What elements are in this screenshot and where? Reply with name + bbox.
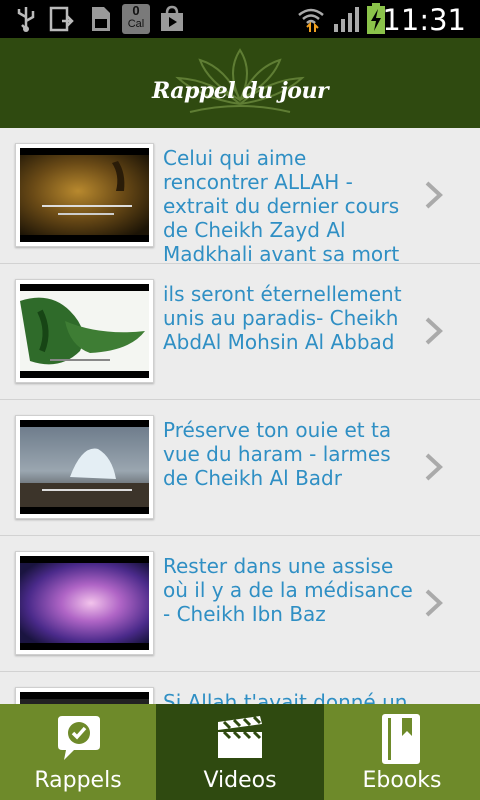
tab-label: Rappels [34,768,122,793]
calendar-day: 0 [132,3,140,18]
list-item[interactable]: Si Allah t'avait donné un [0,672,480,704]
video-title: Préserve ton ouie et ta vue du haram - l… [163,418,392,490]
clapperboard-icon [218,716,262,758]
status-bar: 0 Cal 11:31 [0,0,480,38]
bottom-tab-bar: Rappels Videos Ebooks [0,704,480,800]
book-icon [382,714,420,764]
chevron-right-icon [425,181,443,209]
chevron-right-icon [425,589,443,617]
video-thumbnail [15,687,154,704]
wifi-icon [298,8,324,32]
list-item[interactable]: ils seront éternellement unis au paradis… [0,264,480,400]
chevron-right-icon [425,453,443,481]
thumbnail-image [20,427,149,507]
signal-icon [334,7,359,32]
chevron-right-icon [425,317,443,345]
clock: 11:31 [382,3,466,37]
tab-label: Videos [203,768,277,793]
video-list[interactable]: Celui qui aime rencontrer ALLAH - extrai… [0,128,480,704]
play-store-icon [161,5,183,31]
usb-icon [17,7,35,32]
video-title: Rester dans une assise où il y a de la m… [163,554,413,626]
app-header: Rappel du jour [0,38,480,128]
video-title: Si Allah t'avait donné un [163,690,408,704]
video-thumbnail [15,415,154,519]
tab-videos[interactable]: Videos [156,704,324,800]
tab-rappels[interactable]: Rappels [0,704,156,800]
list-item[interactable]: Celui qui aime rencontrer ALLAH - extrai… [0,128,480,266]
calendar-label: Cal [127,18,145,30]
video-thumbnail [15,143,154,247]
tab-ebooks[interactable]: Ebooks [324,704,480,800]
list-item[interactable]: Rester dans une assise où il y a de la m… [0,536,480,672]
thumbnail-image [20,291,149,371]
video-thumbnail [15,551,154,655]
sd-card-icon [92,7,110,31]
video-title: ils seront éternellement unis au paradis… [163,282,402,354]
thumbnail-image [20,563,149,643]
tab-label: Ebooks [362,768,442,793]
list-item[interactable]: Préserve ton ouie et ta vue du haram - l… [0,400,480,536]
upload-icon [49,6,74,32]
calendar-notification-icon: 0 Cal [122,4,150,34]
page-title: Rappel du jour [151,78,329,104]
thumbnail-image [20,155,149,235]
chat-check-icon [58,716,100,760]
video-thumbnail [15,279,154,383]
video-title: Celui qui aime rencontrer ALLAH - extrai… [163,146,400,266]
